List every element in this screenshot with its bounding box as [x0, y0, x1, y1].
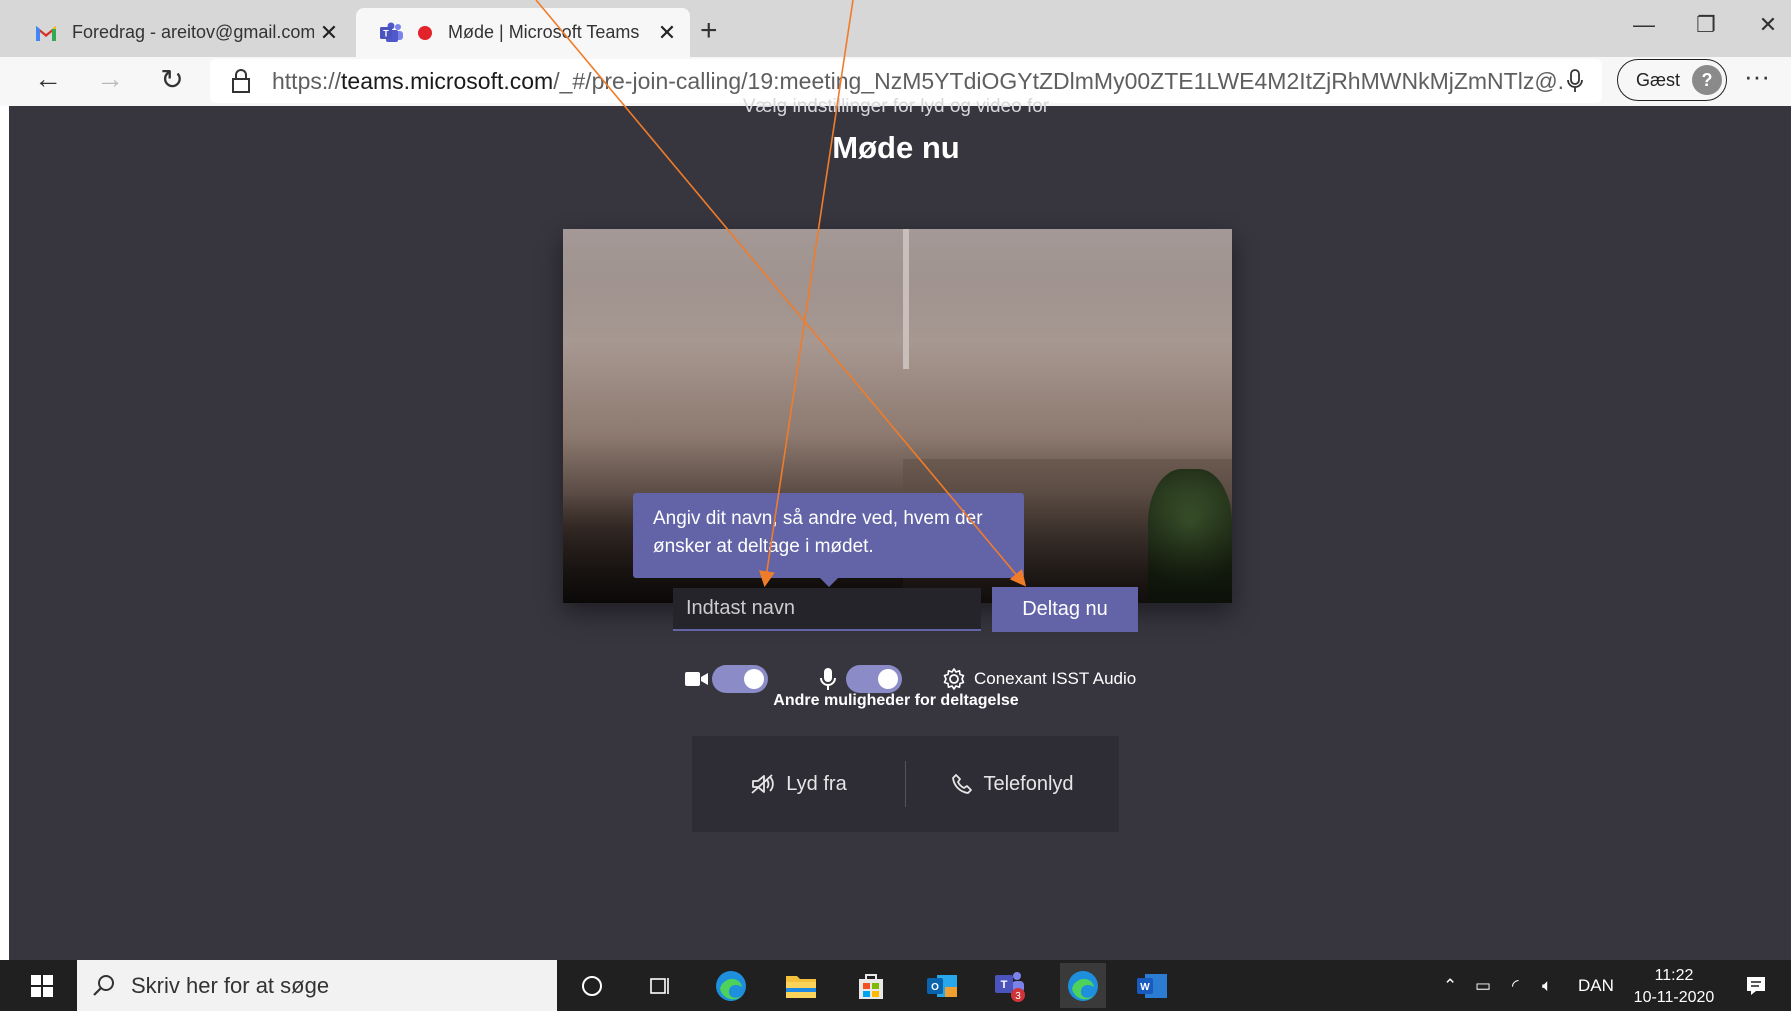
browser-tab-strip: Foredrag - areitov@gmail.com - ✕ T Møde …: [0, 0, 1791, 57]
join-now-button[interactable]: Deltag nu: [992, 587, 1138, 632]
tab-title: Møde | Microsoft Teams: [448, 22, 640, 42]
profile-button[interactable]: Gæst ?: [1617, 59, 1727, 101]
gmail-icon: [34, 21, 58, 45]
microphone-icon: [820, 668, 836, 690]
task-view-icon[interactable]: [640, 966, 680, 1006]
clock-time: 11:22: [1654, 967, 1694, 984]
phone-audio-label: Telefonlyd: [983, 772, 1074, 795]
microphone-icon[interactable]: [1566, 68, 1584, 94]
name-input[interactable]: [673, 588, 981, 631]
mic-toggle[interactable]: [846, 665, 902, 693]
taskbar-search[interactable]: Skriv her for at søge: [77, 960, 557, 1011]
close-icon[interactable]: ✕: [652, 20, 682, 46]
camera-control: [684, 662, 768, 696]
phone-icon: [952, 774, 973, 794]
restore-button[interactable]: ❐: [1686, 12, 1726, 38]
teams-taskbar-icon[interactable]: T3: [990, 966, 1030, 1006]
clock-date: 10-11-2020: [1633, 989, 1715, 1006]
screen: Foredrag - areitov@gmail.com - ✕ T Møde …: [0, 0, 1791, 1011]
search-placeholder: Skriv her for at søge: [131, 972, 330, 998]
clock[interactable]: 11:22 10-11-2020: [1625, 965, 1723, 1009]
other-options-title: Andre muligheder for deltagelse: [773, 692, 1019, 709]
url-text: https://teams.microsoft.com/_#/pre-join-…: [272, 67, 1566, 94]
svg-text:O: O: [931, 982, 939, 993]
search-icon: [93, 974, 114, 996]
edge-active-icon[interactable]: [1060, 963, 1106, 1008]
more-menu-icon[interactable]: ···: [1744, 61, 1770, 92]
close-icon[interactable]: ✕: [314, 20, 344, 46]
name-tooltip: Angiv dit navn, så andre ved, hvem der ø…: [633, 493, 1024, 578]
teams-badge: 3: [1015, 991, 1021, 1002]
volume-icon[interactable]: 🔈︎: [1542, 976, 1552, 996]
audio-off-label: Lyd fra: [786, 772, 847, 795]
device-settings[interactable]: Conexant ISST Audio: [942, 662, 1136, 696]
tooltip-pointer: [819, 577, 839, 587]
mic-control: [818, 662, 902, 696]
avatar: ?: [1692, 65, 1723, 95]
back-button[interactable]: ←: [28, 63, 68, 99]
meeting-title: Møde nu: [832, 130, 960, 165]
audio-device-label: Conexant ISST Audio: [974, 669, 1137, 688]
windows-taskbar: Skriv her for at søge O T3 W ⌃ ▭ ◜ 🔈︎ DA…: [0, 960, 1791, 1011]
tab-gmail[interactable]: Foredrag - areitov@gmail.com - ✕: [10, 8, 352, 57]
battery-icon[interactable]: ▭: [1475, 976, 1491, 996]
gear-icon: [943, 668, 965, 690]
windows-start-icon[interactable]: [30, 974, 54, 998]
camera-icon: [685, 672, 708, 686]
outlook-icon[interactable]: O: [922, 966, 962, 1006]
other-join-options: Lyd fra Telefonlyd: [692, 736, 1119, 832]
file-explorer-icon[interactable]: [781, 966, 821, 1006]
lock-icon: [232, 69, 250, 93]
refresh-button[interactable]: ↻: [152, 63, 192, 99]
new-tab-button[interactable]: +: [700, 14, 718, 48]
notifications-icon[interactable]: [1736, 966, 1776, 1006]
cortana-icon[interactable]: [572, 966, 612, 1006]
audio-off-option[interactable]: Lyd fra: [692, 736, 905, 832]
tab-title: Foredrag - areitov@gmail.com -: [72, 22, 314, 42]
teams-icon: T: [380, 21, 404, 45]
word-icon[interactable]: W: [1132, 966, 1172, 1006]
svg-text:T: T: [1001, 979, 1008, 991]
store-icon[interactable]: [851, 966, 891, 1006]
minimize-button[interactable]: —: [1624, 12, 1664, 38]
language-indicator[interactable]: DAN: [1578, 976, 1614, 996]
chevron-up-icon[interactable]: ⌃: [1443, 976, 1457, 996]
speaker-off-icon: [751, 774, 775, 794]
forward-button[interactable]: →: [90, 63, 130, 99]
recording-indicator: [418, 25, 432, 40]
camera-toggle[interactable]: [712, 665, 768, 693]
svg-text:W: W: [1140, 982, 1150, 993]
svg-text:T: T: [383, 28, 389, 38]
prejoin-subtitle: Vælg indstillinger for lyd og video for: [742, 96, 1050, 117]
edge-icon[interactable]: [711, 966, 751, 1006]
wifi-icon[interactable]: ◜: [1512, 976, 1519, 996]
tab-teams[interactable]: T Møde | Microsoft Teams ✕: [356, 8, 690, 57]
close-window-button[interactable]: ✕: [1748, 12, 1788, 38]
phone-audio-option[interactable]: Telefonlyd: [906, 736, 1119, 832]
profile-label: Gæst: [1636, 69, 1681, 90]
